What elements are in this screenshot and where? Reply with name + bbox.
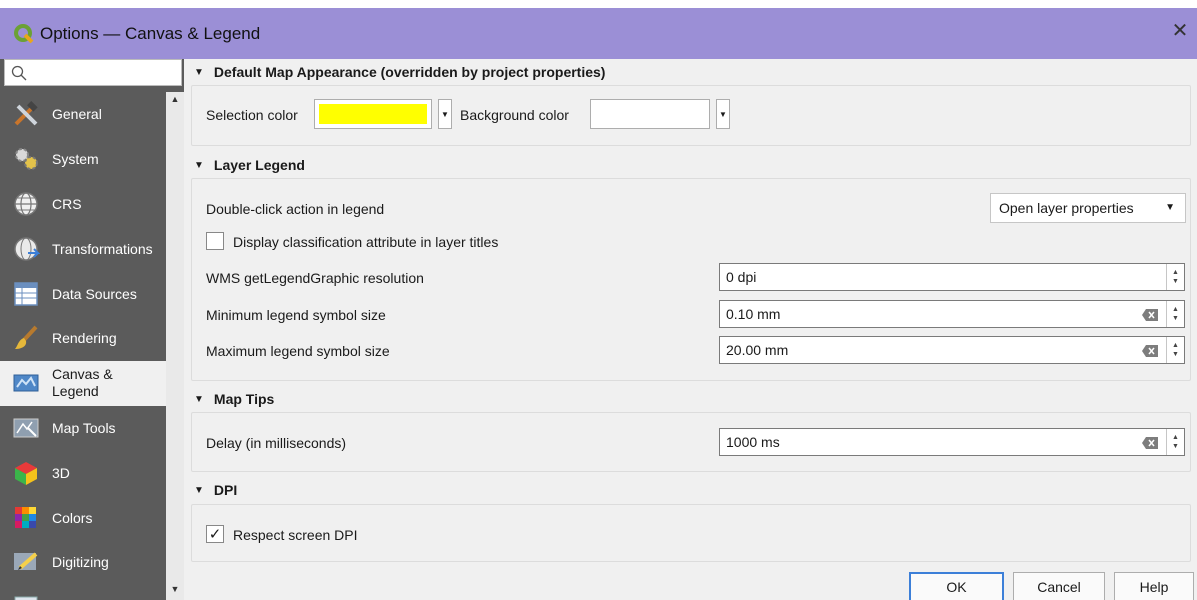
sidebar-scrollbar[interactable]: ▲ ▼ — [166, 92, 184, 600]
background-color-button[interactable] — [590, 99, 710, 129]
map-appearance-group: Selection color ▼ Background color ▼ — [191, 85, 1191, 146]
double-click-action-select[interactable]: Open layer properties ▼ — [990, 193, 1186, 223]
respect-dpi-checkbox[interactable]: ✓ — [206, 525, 224, 543]
max-symbol-size-label: Maximum legend symbol size — [206, 343, 390, 359]
map-appearance-header[interactable]: ▼ Default Map Appearance (overridden by … — [194, 60, 605, 84]
ok-button[interactable]: OK — [909, 572, 1004, 600]
clear-icon[interactable] — [1142, 436, 1158, 449]
background-color-label: Background color — [460, 107, 569, 123]
scroll-down-icon[interactable]: ▼ — [166, 584, 184, 600]
wms-resolution-label: WMS getLegendGraphic resolution — [206, 270, 424, 286]
sidebar-item-layouts[interactable] — [0, 585, 166, 600]
double-click-action-label: Double-click action in legend — [206, 201, 385, 217]
window-title: Options — Canvas & Legend — [40, 23, 261, 43]
clear-icon[interactable] — [1142, 308, 1158, 321]
spin-arrows-icon[interactable]: ▲ ▼ — [1166, 301, 1184, 327]
options-sidebar: General System CRS Transformations Data … — [0, 59, 184, 600]
layout-icon — [12, 593, 40, 600]
map-tips-header[interactable]: ▼ Map Tips — [194, 387, 274, 411]
title-bar: Options — Canvas & Legend ✕ — [0, 0, 1197, 59]
checkmark-icon: ✓ — [208, 526, 222, 543]
sidebar-item-colors[interactable]: Colors — [0, 495, 166, 540]
help-button[interactable]: Help — [1114, 572, 1194, 600]
layer-legend-group: Double-click action in legend Open layer… — [191, 178, 1191, 381]
respect-dpi-label: Respect screen DPI — [233, 527, 358, 543]
min-symbol-size-spinbox[interactable]: 0.10 mm ▲ ▼ — [719, 300, 1185, 328]
collapse-triangle-icon: ▼ — [194, 66, 204, 78]
delay-spinbox[interactable]: 1000 ms ▲ ▼ — [719, 428, 1185, 456]
map-tools-icon — [12, 414, 40, 442]
map-canvas-icon — [12, 369, 40, 397]
spin-arrows-icon[interactable]: ▲ ▼ — [1166, 337, 1184, 363]
collapse-triangle-icon: ▼ — [194, 159, 204, 171]
options-nav-list: General System CRS Transformations Data … — [0, 92, 166, 600]
scroll-up-icon[interactable]: ▲ — [166, 94, 184, 110]
sidebar-item-system[interactable]: System — [0, 137, 166, 182]
collapse-triangle-icon: ▼ — [194, 393, 204, 405]
wms-resolution-spinbox[interactable]: 0 dpi ▲ ▼ — [719, 263, 1185, 291]
min-symbol-size-label: Minimum legend symbol size — [206, 307, 386, 323]
qgis-logo-icon — [14, 23, 34, 44]
dpi-group: ✓ Respect screen DPI — [191, 504, 1191, 562]
sidebar-item-crs[interactable]: CRS — [0, 182, 166, 227]
sidebar-item-canvas-legend[interactable]: Canvas & Legend — [0, 360, 166, 406]
classification-attribute-checkbox[interactable] — [206, 232, 224, 250]
scroll-thumb[interactable] — [169, 112, 181, 572]
cube-icon — [12, 459, 40, 487]
table-icon — [12, 280, 40, 308]
options-main-panel: ▼ Default Map Appearance (overridden by … — [186, 59, 1197, 600]
close-icon[interactable]: ✕ — [1169, 18, 1191, 43]
selection-color-label: Selection color — [206, 107, 298, 123]
max-symbol-size-spinbox[interactable]: 20.00 mm ▲ ▼ — [719, 336, 1185, 364]
globe-transform-icon — [12, 235, 40, 263]
clear-icon[interactable] — [1142, 344, 1158, 357]
general-tools-icon — [12, 100, 40, 128]
dpi-header[interactable]: ▼ DPI — [194, 478, 237, 502]
search-input[interactable] — [4, 59, 182, 86]
classification-attribute-label: Display classification attribute in laye… — [233, 234, 499, 250]
color-grid-icon — [12, 504, 40, 532]
selection-color-dropdown[interactable]: ▼ — [438, 99, 452, 129]
chevron-down-icon: ▼ — [719, 109, 727, 119]
globe-icon — [12, 190, 40, 218]
background-color-swatch — [595, 104, 705, 124]
spin-arrows-icon[interactable]: ▲ ▼ — [1166, 429, 1184, 455]
layer-legend-header[interactable]: ▼ Layer Legend — [194, 153, 305, 177]
brush-icon — [12, 324, 40, 352]
sidebar-item-digitizing[interactable]: Digitizing — [0, 540, 166, 585]
chevron-down-icon: ▼ — [1165, 202, 1175, 213]
system-gears-icon — [12, 145, 40, 173]
sidebar-item-general[interactable]: General — [0, 92, 166, 137]
background-color-dropdown[interactable]: ▼ — [716, 99, 730, 129]
search-icon — [11, 65, 27, 84]
spin-arrows-icon[interactable]: ▲ ▼ — [1166, 264, 1184, 290]
digitizing-icon — [12, 548, 40, 576]
sidebar-item-data-sources[interactable]: Data Sources — [0, 271, 166, 316]
cancel-button[interactable]: Cancel — [1013, 572, 1105, 600]
selection-color-swatch — [319, 104, 427, 124]
collapse-triangle-icon: ▼ — [194, 484, 204, 496]
sidebar-item-rendering[interactable]: Rendering — [0, 316, 166, 361]
delay-label: Delay (in milliseconds) — [206, 435, 347, 451]
sidebar-item-transformations[interactable]: Transformations — [0, 226, 166, 271]
selection-color-button[interactable] — [314, 99, 432, 129]
map-tips-group: Delay (in milliseconds) 1000 ms ▲ ▼ — [191, 412, 1191, 472]
sidebar-item-map-tools[interactable]: Map Tools — [0, 406, 166, 451]
chevron-down-icon: ▼ — [441, 109, 449, 119]
sidebar-item-3d[interactable]: 3D — [0, 450, 166, 495]
